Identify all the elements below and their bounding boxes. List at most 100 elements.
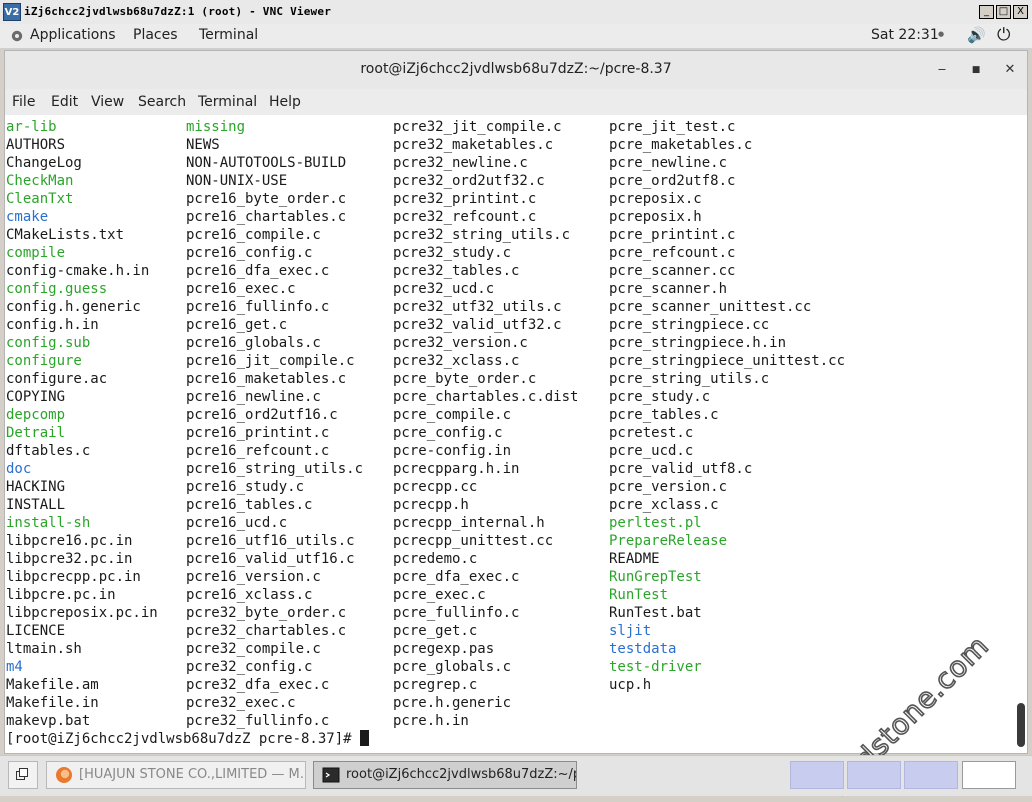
listing-entry: RunGrepTest bbox=[609, 569, 702, 585]
listing-entry: pcre16_version.c bbox=[186, 569, 321, 585]
listing-entry: pcre16_newline.c bbox=[186, 389, 321, 405]
listing-entry: pcre_stringpiece_unittest.cc bbox=[609, 353, 846, 369]
listing-entry: NON-AUTOTOOLS-BUILD bbox=[186, 155, 347, 171]
listing-entry: install-sh bbox=[6, 515, 91, 531]
vnc-minimize-button[interactable]: _ bbox=[979, 5, 994, 19]
listing-entry: AUTHORS bbox=[6, 137, 66, 153]
listing-entry: pcre32_chartables.c bbox=[186, 623, 347, 639]
vnc-logo-icon: V2 bbox=[3, 3, 21, 21]
shell-prompt: [root@iZj6chcc2jvdlwsb68u7dzZ pcre-8.37]… bbox=[6, 730, 370, 748]
vnc-close-button[interactable]: X bbox=[1013, 5, 1028, 19]
power-icon[interactable]: ⏻ bbox=[997, 25, 1010, 45]
listing-entry: pcre16_exec.c bbox=[186, 281, 296, 297]
gnome-top-bar: Applications Places Terminal Sat 22:31 ●… bbox=[0, 24, 1032, 49]
terminal-window: root@iZj6chcc2jvdlwsb68u7dzZ:~/pcre-8.37… bbox=[4, 50, 1028, 802]
listing-entry: pcre_jit_test.c bbox=[609, 119, 736, 135]
listing-entry: CleanTxt bbox=[6, 191, 74, 207]
listing-entry: pcre16_globals.c bbox=[186, 335, 321, 351]
listing-entry: pcre16_xclass.c bbox=[186, 587, 313, 603]
menu-search[interactable]: Search bbox=[138, 94, 186, 110]
listing-entry: NON-UNIX-USE bbox=[186, 173, 288, 189]
listing-entry: pcre_config.c bbox=[393, 425, 503, 441]
workspace-2[interactable] bbox=[847, 761, 901, 789]
maximize-button[interactable]: ■ bbox=[967, 61, 985, 79]
listing-entry: pcre_string_utils.c bbox=[609, 371, 770, 387]
listing-entry: pcre32_newline.c bbox=[393, 155, 528, 171]
listing-column-4: pcre_jit_test.c pcre_maketables.c pcre_new… bbox=[609, 118, 845, 694]
listing-entry: libpcre32.pc.in bbox=[6, 551, 133, 567]
menu-view[interactable]: View bbox=[91, 94, 124, 110]
listing-entry: pcre_stringpiece.cc bbox=[609, 317, 770, 333]
listing-entry: depcomp bbox=[6, 407, 66, 423]
listing-entry: pcre_scanner_unittest.cc bbox=[609, 299, 812, 315]
listing-entry: config.guess bbox=[6, 281, 108, 297]
scrollbar-thumb[interactable] bbox=[1017, 703, 1025, 747]
menu-file[interactable]: File bbox=[12, 94, 35, 110]
listing-entry: NEWS bbox=[186, 137, 220, 153]
menu-terminal[interactable]: Terminal bbox=[198, 94, 257, 110]
show-desktop-button[interactable] bbox=[8, 761, 38, 789]
clock[interactable]: Sat 22:31 bbox=[871, 27, 939, 43]
listing-entry: ltmain.sh bbox=[6, 641, 82, 657]
listing-entry: pcre16_utf16_utils.c bbox=[186, 533, 355, 549]
clock-indicator-dot-icon: ● bbox=[938, 30, 945, 38]
terminal-window-title: root@iZj6chcc2jvdlwsb68u7dzZ:~/pcre-8.37 bbox=[360, 61, 672, 77]
listing-entry: pcre32_valid_utf32.c bbox=[393, 317, 562, 333]
workspace-3[interactable] bbox=[904, 761, 958, 789]
listing-entry: pcregexp.pas bbox=[393, 641, 495, 657]
listing-entry: pcre32_ord2utf32.c bbox=[393, 173, 545, 189]
taskbar-firefox[interactable]: [HUAJUN STONE CO.,LIMITED — M… bbox=[46, 761, 306, 789]
listing-entry: pcregrep.c bbox=[393, 677, 478, 693]
vnc-maximize-button[interactable]: □ bbox=[996, 5, 1011, 19]
listing-entry: pcrecpparg.h.in bbox=[393, 461, 520, 477]
listing-entry: libpcrecpp.pc.in bbox=[6, 569, 141, 585]
listing-entry: ar-lib bbox=[6, 119, 57, 135]
listing-entry: config.h.in bbox=[6, 317, 99, 333]
listing-entry: testdata bbox=[609, 641, 677, 657]
listing-entry: pcre-config.in bbox=[393, 443, 512, 459]
terminal-output[interactable]: ar-lib AUTHORS ChangeLog CheckMan CleanTxt cm… bbox=[5, 115, 1027, 802]
listing-entry: ChangeLog bbox=[6, 155, 82, 171]
listing-entry: missing bbox=[186, 119, 246, 135]
listing-entry: pcrecpp_unittest.cc bbox=[393, 533, 554, 549]
listing-entry: pcre_maketables.c bbox=[609, 137, 753, 153]
applications-menu[interactable]: Applications bbox=[30, 27, 116, 43]
listing-entry: compile bbox=[6, 245, 66, 261]
workspace-4[interactable] bbox=[962, 761, 1016, 789]
listing-entry: pcre.h.in bbox=[393, 713, 469, 729]
close-button[interactable]: ✕ bbox=[1001, 61, 1019, 79]
listing-entry: pcre_stringpiece.h.in bbox=[609, 335, 787, 351]
listing-entry: pcreposix.h bbox=[609, 209, 702, 225]
listing-entry: pcre32_study.c bbox=[393, 245, 512, 261]
listing-entry: pcre32_tables.c bbox=[393, 263, 520, 279]
listing-entry: pcre32_version.c bbox=[393, 335, 528, 351]
menu-edit[interactable]: Edit bbox=[51, 94, 78, 110]
listing-entry: CheckMan bbox=[6, 173, 74, 189]
listing-entry: pcre32_exec.c bbox=[186, 695, 296, 711]
terminal-scrollbar[interactable] bbox=[1017, 115, 1025, 753]
listing-entry: pcre16_jit_compile.c bbox=[186, 353, 355, 369]
listing-entry: config.sub bbox=[6, 335, 91, 351]
text-cursor bbox=[360, 730, 370, 746]
listing-entry: pcre_xclass.c bbox=[609, 497, 719, 513]
places-menu[interactable]: Places bbox=[133, 27, 178, 43]
volume-icon[interactable]: 🔊 bbox=[967, 26, 986, 44]
taskbar-terminal-label: root@iZj6chcc2jvdlwsb68u7dzZ:~/p… bbox=[346, 767, 577, 782]
listing-entry: pcre16_valid_utf16.c bbox=[186, 551, 355, 567]
terminal-app-menu[interactable]: Terminal bbox=[199, 27, 258, 43]
show-desktop-icon bbox=[16, 768, 28, 780]
listing-entry: pcre16_get.c bbox=[186, 317, 288, 333]
taskbar-terminal[interactable]: root@iZj6chcc2jvdlwsb68u7dzZ:~/p… bbox=[313, 761, 577, 789]
workspace-1[interactable] bbox=[790, 761, 844, 789]
listing-entry: README bbox=[609, 551, 660, 567]
listing-entry: pcre16_ord2utf16.c bbox=[186, 407, 338, 423]
listing-entry: COPYING bbox=[6, 389, 66, 405]
listing-entry: RunTest.bat bbox=[609, 605, 702, 621]
listing-entry: CMakeLists.txt bbox=[6, 227, 125, 243]
listing-entry: pcre32_byte_order.c bbox=[186, 605, 347, 621]
listing-entry: pcre32_xclass.c bbox=[393, 353, 520, 369]
listing-entry: pcre_printint.c bbox=[609, 227, 736, 243]
minimize-button[interactable]: ‒ bbox=[933, 61, 951, 79]
listing-entry: pcredemo.c bbox=[393, 551, 478, 567]
menu-help[interactable]: Help bbox=[269, 94, 301, 110]
